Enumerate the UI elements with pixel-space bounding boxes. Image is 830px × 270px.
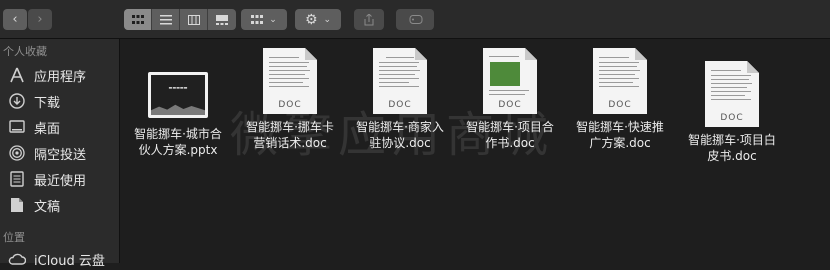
recents-icon [8,170,26,188]
file-name: 智能挪车·项目合 作书.doc [466,120,554,150]
column-view-button[interactable] [180,9,208,30]
file-name: 智能挪车·挪车卡 营销话术.doc [246,120,334,150]
icon-view-button[interactable] [124,9,152,30]
file-thumbnail: DOC [373,48,427,114]
file-thumbnail: ▬▬▬▬▬ [148,54,208,118]
file-browser: ▬▬▬▬▬ 智能挪车·城市合 伙人方案.pptx DOC 智能挪车·挪车卡 营销… [120,39,830,263]
share-button[interactable] [354,9,384,30]
list-view-icon [159,14,172,24]
doc-badge: DOC [498,100,522,110]
file-item[interactable]: DOC 智能挪车·快速推 广方案.doc [564,48,676,151]
back-button[interactable]: ‹ [3,9,27,30]
doc-icon: DOC [373,48,427,114]
gallery-view-icon [216,14,228,25]
icon-view-icon [131,14,144,24]
file-item[interactable]: ▬▬▬▬▬ 智能挪车·城市合 伙人方案.pptx [122,54,234,158]
group-by-icon [251,14,264,24]
favorites-section-title: 个人收藏 [3,45,47,58]
finder-toolbar: ‹ › ⌄ ⚙ ⌄ [0,0,830,39]
sidebar-item-label: 桌面 [34,121,61,137]
sidebar-item-label: 下载 [34,95,61,111]
doc-icon: DOC [263,48,317,114]
tags-button[interactable] [396,9,434,30]
chevron-left-icon: ‹ [12,12,18,27]
chevron-down-icon: ⌄ [323,14,332,25]
list-view-button[interactable] [152,9,180,30]
documents-icon [8,196,26,214]
file-thumbnail: DOC [483,48,537,114]
sidebar-item-label: iCloud 云盘 [34,253,105,269]
action-button[interactable]: ⚙ ⌄ [295,9,341,30]
file-thumbnail: DOC [705,61,759,127]
file-name: 智能挪车·快速推 广方案.doc [576,120,664,150]
doc-badge: DOC [608,100,632,110]
file-item[interactable]: DOC 智能挪车·挪车卡 营销话术.doc [234,48,346,151]
icloud-icon [8,250,26,268]
sidebar-item-desktop[interactable]: 桌面 [8,116,116,138]
doc-badge: DOC [388,100,412,110]
applications-icon [8,66,26,84]
file-item[interactable]: DOC 智能挪车·商家入 驻协议.doc [344,48,456,151]
pptx-thumbnail: ▬▬▬▬▬ [148,72,208,118]
file-name: 智能挪车·项目白 皮书.doc [688,133,776,163]
sidebar-item-airdrop[interactable]: 隔空投送 [8,142,116,164]
gear-icon: ⚙ [304,11,318,28]
group-by-button[interactable]: ⌄ [241,9,287,30]
sidebar-item-icloud[interactable]: iCloud 云盘 [8,248,116,270]
file-name: 智能挪车·商家入 驻协议.doc [356,120,444,150]
doc-badge: DOC [720,113,744,123]
share-icon [364,13,374,25]
gallery-view-button[interactable] [208,9,236,30]
file-thumbnail: DOC [593,48,647,114]
tag-icon [409,15,423,24]
sidebar-item-label: 应用程序 [34,69,87,85]
desktop-icon [8,118,26,136]
sidebar-item-label: 最近使用 [34,173,87,189]
airdrop-icon [8,144,26,162]
file-thumbnail: DOC [263,48,317,114]
sidebar-item-downloads[interactable]: 下载 [8,90,116,112]
doc-icon: DOC [593,48,647,114]
view-mode-segmented-control [124,9,236,30]
doc-icon: DOC [705,61,759,127]
file-name: 智能挪车·城市合 伙人方案.pptx [134,127,222,157]
sidebar-item-label: 文稿 [34,199,61,215]
file-item[interactable]: DOC 智能挪车·项目白 皮书.doc [676,61,788,164]
forward-button[interactable]: › [28,9,52,30]
downloads-icon [8,92,26,110]
locations-section-title: 位置 [3,231,25,244]
column-view-icon [187,14,200,25]
sidebar-item-documents[interactable]: 文稿 [8,194,116,216]
file-item[interactable]: DOC 智能挪车·项目合 作书.doc [454,48,566,151]
chevron-right-icon: › [37,12,43,27]
sidebar: 个人收藏 应用程序 下载 桌面 隔空投送 最近使用 文稿 位置 iCloud 云… [0,39,120,269]
sidebar-item-label: 隔空投送 [34,147,87,163]
chevron-down-icon: ⌄ [269,14,277,25]
sidebar-item-applications[interactable]: 应用程序 [8,64,116,86]
sidebar-item-recents[interactable]: 最近使用 [8,168,116,190]
doc-icon: DOC [483,48,537,114]
doc-badge: DOC [278,100,302,110]
